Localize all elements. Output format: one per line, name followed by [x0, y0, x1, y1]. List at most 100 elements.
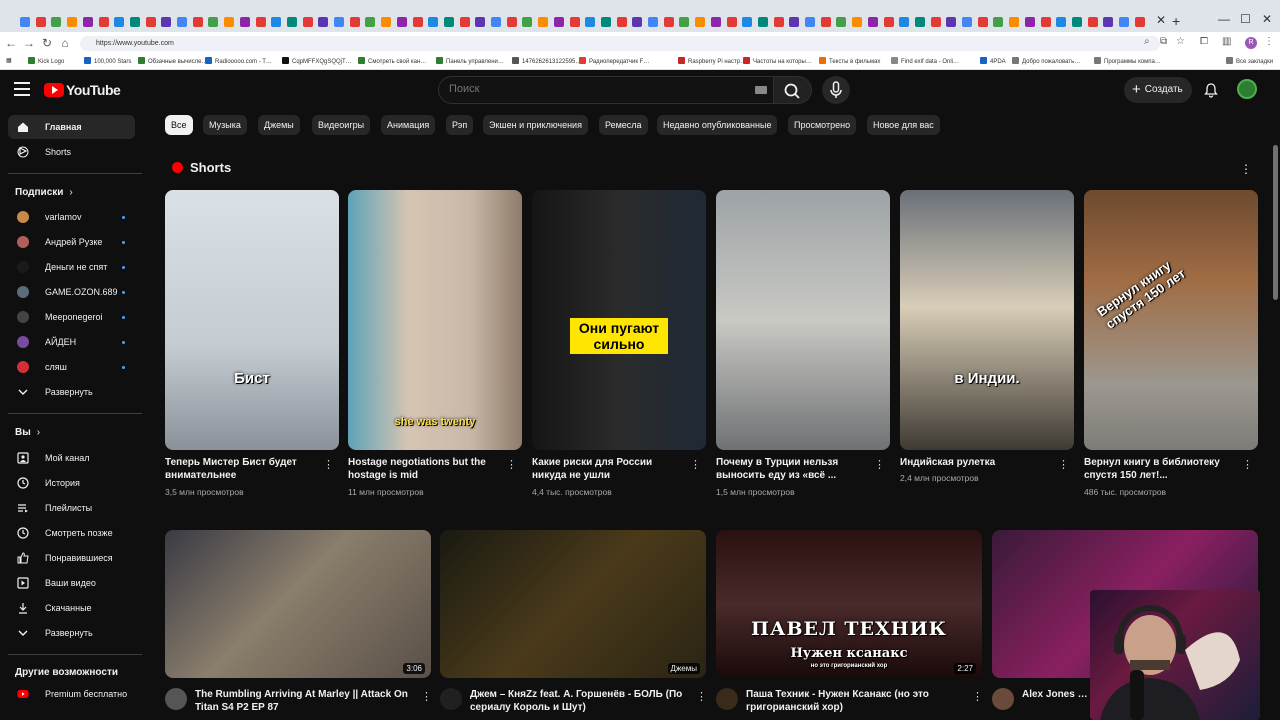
sidebar-item-home[interactable]: Главная [8, 115, 135, 139]
sidebar-item-history[interactable]: История [8, 471, 135, 495]
star-icon[interactable]: ☆ [1176, 36, 1185, 47]
tab-favicon[interactable] [930, 17, 941, 27]
bookmark-item[interactable]: Kick Logo [28, 57, 64, 65]
tab-favicon[interactable] [585, 17, 596, 27]
you-heading[interactable]: Вы › [15, 427, 40, 438]
browser-profile-avatar[interactable]: R [1245, 37, 1257, 49]
bookmark-item[interactable]: Обзачные вычисле… [138, 57, 208, 65]
channel-avatar[interactable] [992, 688, 1014, 710]
tab-favicon[interactable] [381, 17, 392, 27]
tab-favicon[interactable] [600, 17, 611, 27]
video-title[interactable]: Джем – КняZz feat. А. Горшенёв - БОЛЬ (П… [470, 688, 698, 714]
tab-favicon[interactable] [993, 17, 1004, 27]
tab-favicon[interactable] [569, 17, 580, 27]
short-thumbnail[interactable]: в Индии. [900, 190, 1074, 450]
bookmark-item[interactable]: Программы компа… [1094, 57, 1161, 65]
bookmark-item[interactable]: Find exif data - Onli… [891, 57, 959, 65]
tab-favicon[interactable] [506, 17, 517, 27]
sidebar-item-like[interactable]: Понравившиеся [8, 546, 135, 570]
short-more-icon[interactable]: ⋮ [1058, 458, 1069, 471]
video-title[interactable]: The Rumbling Arriving At Marley || Attac… [195, 688, 423, 714]
video-more-icon[interactable]: ⋮ [972, 690, 983, 703]
video-more-icon[interactable]: ⋮ [421, 690, 432, 703]
tab-favicon[interactable] [1087, 17, 1098, 27]
short-title[interactable]: Hostage negotiations but the hostage is … [348, 456, 498, 482]
subscriptions-heading[interactable]: Подписки › [15, 187, 73, 198]
tab-favicon[interactable] [1024, 17, 1035, 27]
channel-avatar[interactable] [165, 688, 187, 710]
short-more-icon[interactable]: ⋮ [323, 458, 334, 471]
subscription-item[interactable]: GAME.OZON.689 [8, 280, 135, 304]
short-title[interactable]: Индийская рулетка [900, 456, 1050, 469]
tab-favicon[interactable] [208, 17, 219, 27]
tab-favicon[interactable] [491, 17, 501, 27]
short-more-icon[interactable]: ⋮ [1242, 458, 1253, 471]
sidebar-item-watch-later[interactable]: Смотреть позже [8, 521, 135, 545]
tab-favicon[interactable] [334, 17, 344, 27]
chip-filter[interactable]: Все [165, 115, 193, 135]
bookmark-item[interactable]: CqpMFFXQgSQQjT… [282, 57, 352, 65]
close-tab-icon[interactable]: ✕ [1156, 13, 1166, 27]
tab-favicon[interactable] [663, 17, 674, 27]
chip-filter[interactable]: Просмотрено [788, 115, 857, 135]
search-button[interactable] [774, 76, 812, 104]
subscription-item[interactable]: АЙДЕН [8, 330, 135, 354]
subscription-item[interactable]: сляш [8, 355, 135, 379]
tab-favicon[interactable] [805, 17, 815, 27]
tab-favicon[interactable] [1071, 17, 1082, 27]
tab-favicon[interactable] [412, 17, 423, 27]
tab-favicon[interactable] [192, 17, 203, 27]
bookmark-item[interactable]: Радиопередатчик F… [579, 57, 649, 65]
tab-favicon[interactable] [632, 17, 643, 27]
chip-filter[interactable]: Рэп [446, 115, 474, 135]
apps-icon[interactable]: ▦ [6, 57, 12, 64]
page-scrollbar[interactable] [1273, 145, 1278, 300]
tab-favicon[interactable] [820, 17, 831, 27]
tab-favicon[interactable] [852, 17, 863, 27]
chip-filter[interactable]: Джемы [258, 115, 300, 135]
all-bookmarks[interactable]: Все закладки [1226, 57, 1273, 65]
subscription-item[interactable]: Андрей Рузке [8, 230, 135, 254]
tab-favicon[interactable] [789, 17, 800, 27]
tab-favicon[interactable] [145, 17, 156, 27]
chip-filter[interactable]: Новое для вас [867, 115, 940, 135]
tab-favicon[interactable] [318, 17, 329, 27]
tab-favicon[interactable] [98, 17, 109, 27]
short-thumbnail[interactable]: Бист [165, 190, 339, 450]
tab-favicon[interactable] [946, 17, 957, 27]
tab-favicon[interactable] [271, 17, 282, 27]
user-avatar[interactable] [1237, 79, 1257, 99]
expand-you-button[interactable]: Развернуть [8, 621, 135, 645]
tab-favicon[interactable] [239, 17, 250, 27]
short-thumbnail[interactable]: Вернул книгу спустя 150 лет [1084, 190, 1258, 450]
forward-icon[interactable]: → [22, 36, 36, 50]
short-title[interactable]: Какие риски для России никуда не ушли [532, 456, 682, 482]
tab-favicon[interactable] [1040, 17, 1051, 27]
tab-favicon[interactable] [255, 17, 266, 27]
tab-favicon[interactable] [459, 17, 470, 27]
tab-favicon[interactable] [553, 17, 564, 27]
bookmark-item[interactable]: Тексты в фильмах [819, 57, 880, 65]
chip-filter[interactable]: Экшен и приключения [483, 115, 588, 135]
minimize-icon[interactable]: — [1218, 12, 1230, 26]
notifications-bell-icon[interactable] [1203, 82, 1219, 98]
shorts-more-icon[interactable]: ⋮ [1240, 162, 1252, 176]
bookmark-item[interactable]: 100,000 Stars [84, 57, 131, 65]
tab-favicon[interactable] [899, 17, 910, 27]
short-more-icon[interactable]: ⋮ [874, 458, 885, 471]
short-thumbnail[interactable] [716, 190, 890, 450]
expand-subscriptions-button[interactable]: Развернуть [8, 380, 135, 404]
tab-favicon[interactable] [51, 17, 62, 27]
chip-filter[interactable]: Музыка [203, 115, 247, 135]
chip-filter[interactable]: Видеоигры [312, 115, 371, 135]
video-more-icon[interactable]: ⋮ [696, 690, 707, 703]
home-browser-icon[interactable]: ⌂ [58, 36, 72, 50]
tab-favicon[interactable] [161, 17, 172, 27]
tab-favicon[interactable] [1009, 17, 1020, 27]
tab-favicon[interactable] [616, 17, 627, 27]
tab-favicon[interactable] [475, 17, 486, 27]
video-thumbnail[interactable]: Джемы [440, 530, 706, 678]
short-thumbnail[interactable]: she was twenty [348, 190, 522, 450]
channel-avatar[interactable] [440, 688, 462, 710]
tab-favicon[interactable] [836, 17, 847, 27]
